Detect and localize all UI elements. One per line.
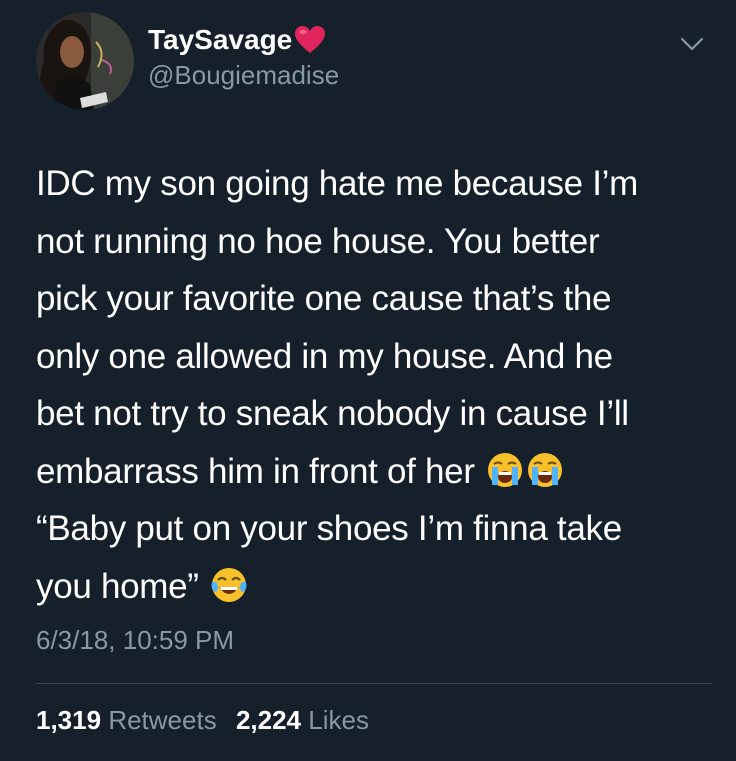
retweets-stat[interactable]: 1,319 Retweets: [36, 705, 217, 736]
tweet-text-line: bet not try to sneak nobody in cause I’l…: [36, 394, 629, 433]
display-name-text: TaySavage: [148, 24, 293, 55]
tweet-text-line: “Baby put on your shoes I’m finna take: [36, 509, 622, 548]
user-handle[interactable]: @Bougiemadise: [148, 60, 339, 91]
tweet-text-line-with-emoji: embarrass him in front of her: [36, 443, 716, 501]
tweet-text-segment: you home”: [36, 566, 199, 606]
divider: [36, 683, 712, 684]
likes-count: 2,224: [235, 705, 302, 735]
likes-label: Likes: [308, 705, 369, 735]
tweet-stats: 1,319 Retweets 2,224 Likes: [36, 705, 381, 736]
tweet-card: TaySavage @Bougiemadise IDC my son going…: [0, 0, 736, 761]
display-name[interactable]: TaySavage: [148, 24, 326, 56]
laughing-face-icon: [210, 564, 248, 602]
tweet-text-line: only one allowed in my house. And he: [36, 336, 613, 376]
retweets-count: 1,319: [36, 705, 102, 735]
tweet-timestamp[interactable]: 6/3/18, 10:59 PM: [36, 625, 234, 656]
likes-stat[interactable]: 2,224 Likes: [236, 705, 369, 736]
retweets-label: Retweets: [108, 705, 217, 735]
red-heart-icon: [294, 25, 326, 55]
tweet-text-segment: embarrass him in front of her: [36, 451, 475, 491]
tweet-text-line: pick your favorite one cause that’s the: [36, 279, 612, 318]
tweet-text-line: not running no hoe house. You better: [36, 221, 600, 261]
tweet-text-line-with-emoji: you home”: [36, 558, 716, 616]
tweet-text: IDC my son going hate me because I’m not…: [36, 155, 716, 615]
tweet-text-line: IDC my son going hate me because I’m: [36, 164, 638, 203]
crying-face-icon: [526, 449, 564, 487]
avatar[interactable]: [36, 12, 134, 110]
crying-face-icon: [486, 449, 524, 487]
chevron-down-icon[interactable]: [678, 30, 706, 58]
